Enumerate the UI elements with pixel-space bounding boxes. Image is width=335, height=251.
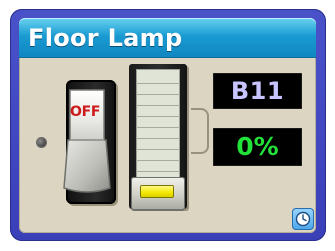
address-value: B11 xyxy=(230,77,285,105)
slider-tick xyxy=(136,127,180,128)
toggle-switch[interactable] xyxy=(58,84,116,198)
slider-tick xyxy=(136,94,180,95)
knob-indicator-light xyxy=(141,186,173,197)
slider-tick xyxy=(136,160,180,161)
level-value: 0% xyxy=(236,132,279,161)
display-bracket xyxy=(191,108,209,154)
level-display: 0% xyxy=(213,128,302,166)
slider-tick xyxy=(136,138,180,139)
screw-icon xyxy=(37,138,46,147)
slider-tick xyxy=(136,83,180,84)
slider-tick xyxy=(136,116,180,117)
address-display: B11 xyxy=(213,73,302,109)
switch-state-label: OFF xyxy=(70,104,101,120)
slider-tick xyxy=(136,171,180,172)
slider-tick xyxy=(136,105,180,106)
clock-icon-graphic xyxy=(295,211,311,227)
clock-icon[interactable] xyxy=(292,208,314,230)
slider-tick xyxy=(136,149,180,150)
device-title: Floor Lamp xyxy=(28,24,183,52)
toggle-switch-rocker-graphic xyxy=(63,89,111,193)
